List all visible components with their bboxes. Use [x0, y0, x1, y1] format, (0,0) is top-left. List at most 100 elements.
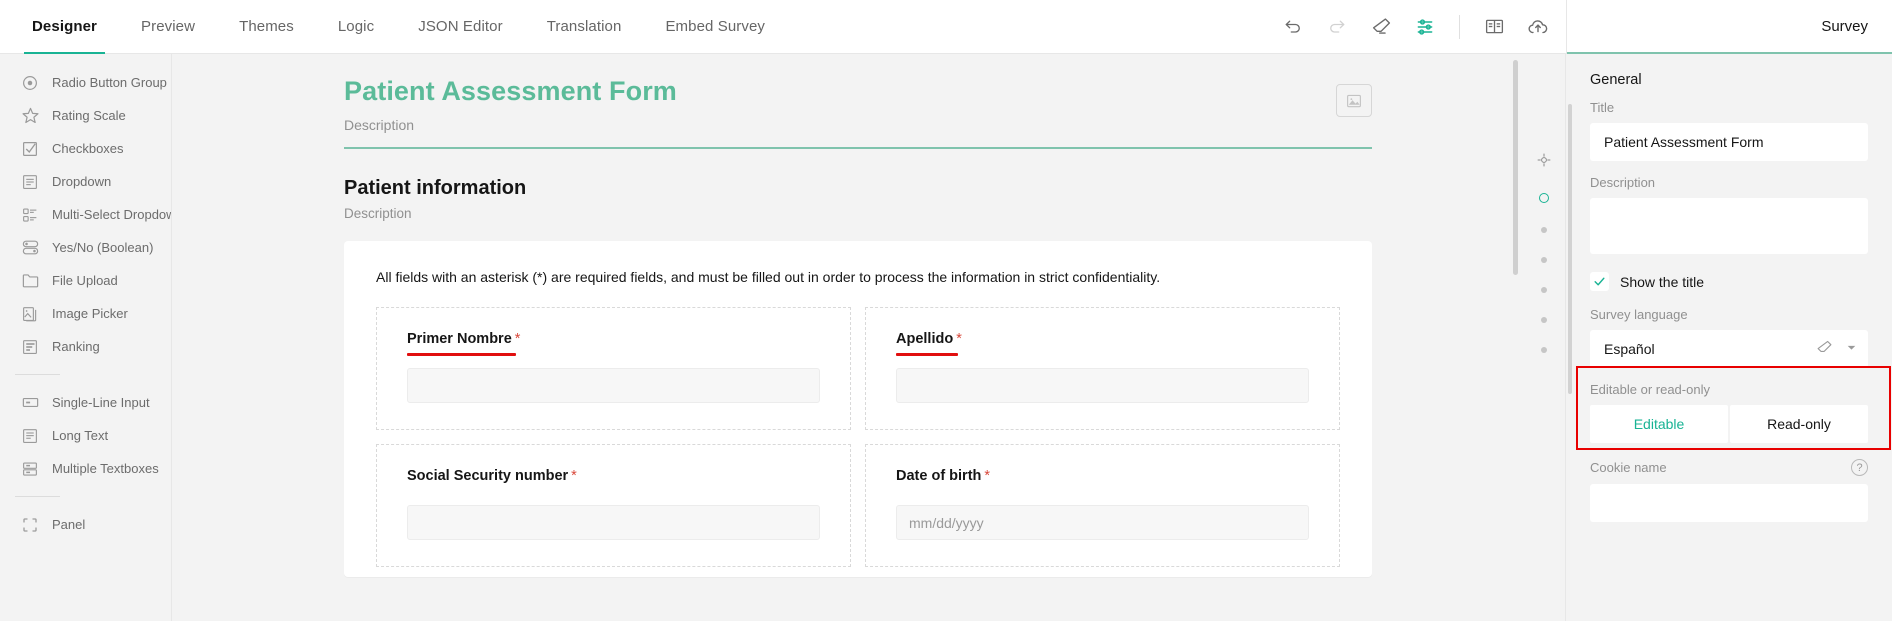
- property-field-cookie-name: Cookie name ?: [1566, 459, 1892, 522]
- question-row-1: Primer Nombre* Apellido*: [376, 307, 1340, 430]
- question-input[interactable]: [407, 505, 820, 540]
- survey-header[interactable]: Patient Assessment Form Description: [344, 54, 1372, 149]
- preview-book-icon[interactable]: [1474, 7, 1514, 47]
- show-title-label: Show the title: [1620, 274, 1704, 290]
- tab-preview-label: Preview: [141, 18, 195, 35]
- eraser-clear-icon[interactable]: [1816, 339, 1833, 359]
- property-label-editable: Editable or read-only: [1590, 382, 1868, 397]
- show-title-checkbox-row[interactable]: Show the title: [1566, 268, 1892, 291]
- toolbox-item-panel[interactable]: Panel: [0, 508, 171, 541]
- navigator-item-dot[interactable]: [1541, 347, 1547, 353]
- question-primer-nombre[interactable]: Primer Nombre*: [376, 307, 851, 430]
- survey-title[interactable]: Patient Assessment Form: [344, 76, 1372, 107]
- toolbox-item-dropdown[interactable]: Dropdown: [0, 165, 171, 198]
- toolbox-item-label: Radio Button Group: [52, 75, 167, 90]
- navigator-item-dot[interactable]: [1541, 257, 1547, 263]
- toolbox-item-single-line-input[interactable]: Single-Line Input: [0, 386, 171, 419]
- multiselect-icon: [20, 205, 40, 225]
- property-grid-panel: General Title Patient Assessment Form De…: [1566, 54, 1892, 621]
- undo-icon[interactable]: [1273, 7, 1313, 47]
- required-asterisk: *: [571, 468, 577, 484]
- highlight-underline: [407, 353, 516, 356]
- navigator-item-active[interactable]: [1539, 193, 1549, 203]
- tab-designer[interactable]: Designer: [10, 0, 119, 53]
- eraser-clear-icon[interactable]: [1361, 7, 1401, 47]
- survey-description[interactable]: Description: [344, 117, 1372, 133]
- question-label[interactable]: Apellido*: [896, 331, 962, 347]
- navigator-item-dot[interactable]: [1541, 317, 1547, 323]
- toolbox-item-multi-select-dropdown[interactable]: Multi-Select Dropdown: [0, 198, 171, 231]
- star-icon: [20, 106, 40, 126]
- question-label-text: Social Security number: [407, 468, 568, 484]
- toolbox-item-radio-button-group[interactable]: Radio Button Group: [0, 66, 171, 99]
- tab-translation[interactable]: Translation: [525, 0, 644, 53]
- folder-icon: [20, 271, 40, 291]
- toolbox-item-label: Multi-Select Dropdown: [52, 207, 172, 222]
- tab-logic-label: Logic: [338, 18, 374, 35]
- top-bar: Designer Preview Themes Logic JSON Edito…: [0, 0, 1892, 54]
- cloud-upload-icon[interactable]: [1518, 7, 1558, 47]
- image-stack-icon: [20, 304, 40, 324]
- toolbox-item-label: Checkboxes: [52, 141, 124, 156]
- tab-embed-survey[interactable]: Embed Survey: [643, 0, 787, 53]
- toolbox-item-rating-scale[interactable]: Rating Scale: [0, 99, 171, 132]
- canvas-scrollbar[interactable]: [1513, 60, 1518, 275]
- survey-creator-app: Designer Preview Themes Logic JSON Edito…: [0, 0, 1892, 621]
- design-canvas: Patient Assessment Form Description Pati…: [172, 54, 1522, 621]
- tab-survey[interactable]: Survey: [1821, 0, 1868, 53]
- page-title[interactable]: Patient information: [344, 177, 1372, 200]
- property-field-editable-readonly: Editable or read-only: [1566, 382, 1892, 397]
- tab-themes[interactable]: Themes: [217, 0, 316, 53]
- question-row-2: Social Security number* Date of birth* m…: [376, 444, 1340, 567]
- question-help-icon[interactable]: ?: [1851, 459, 1868, 476]
- editable-option-button[interactable]: Editable: [1590, 405, 1728, 443]
- tab-preview[interactable]: Preview: [119, 0, 217, 53]
- redo-icon: [1317, 7, 1357, 47]
- question-apellido[interactable]: Apellido*: [865, 307, 1340, 430]
- tab-json-editor-label: JSON Editor: [418, 18, 502, 35]
- title-input[interactable]: Patient Assessment Form: [1590, 123, 1868, 161]
- checkbox-icon: [20, 139, 40, 159]
- image-placeholder-icon[interactable]: [1336, 84, 1372, 117]
- tab-logic[interactable]: Logic: [316, 0, 396, 53]
- toolbox-item-ranking[interactable]: Ranking: [0, 330, 171, 363]
- tab-json-editor[interactable]: JSON Editor: [396, 0, 524, 53]
- question-label[interactable]: Primer Nombre*: [407, 331, 520, 347]
- tab-translation-label: Translation: [547, 18, 622, 35]
- question-date-of-birth[interactable]: Date of birth* mm/dd/yyyy: [865, 444, 1340, 567]
- question-input[interactable]: mm/dd/yyyy: [896, 505, 1309, 540]
- readonly-option-button[interactable]: Read-only: [1730, 405, 1868, 443]
- toolbox-item-yes-no-boolean[interactable]: Yes/No (Boolean): [0, 231, 171, 264]
- survey-language-select[interactable]: Español: [1590, 330, 1868, 368]
- navigator-item-dot[interactable]: [1541, 227, 1547, 233]
- description-textarea[interactable]: [1590, 198, 1868, 254]
- question-label[interactable]: Date of birth*: [896, 468, 990, 484]
- chevron-down-icon[interactable]: [1845, 341, 1858, 357]
- property-field-description: Description: [1566, 175, 1892, 254]
- question-input[interactable]: [896, 368, 1309, 403]
- navigator-item-dot[interactable]: [1541, 287, 1547, 293]
- required-asterisk: *: [984, 468, 990, 484]
- toolbox-item-label: Single-Line Input: [52, 395, 150, 410]
- toolbox-item-checkboxes[interactable]: Checkboxes: [0, 132, 171, 165]
- toolbox-item-label: Yes/No (Boolean): [52, 240, 153, 255]
- required-asterisk: *: [515, 331, 521, 347]
- settings-sliders-icon[interactable]: [1405, 7, 1445, 47]
- app-body: Radio Button Group Rating Scale Checkbox…: [0, 54, 1892, 621]
- crosshair-icon[interactable]: [1536, 152, 1552, 173]
- toolbox-item-long-text[interactable]: Long Text: [0, 419, 171, 452]
- toolbox-item-image-picker[interactable]: Image Picker: [0, 297, 171, 330]
- main-tabs: Designer Preview Themes Logic JSON Edito…: [0, 0, 787, 53]
- question-social-security-number[interactable]: Social Security number*: [376, 444, 851, 567]
- checkmark-icon[interactable]: [1590, 272, 1609, 291]
- toolbox-item-file-upload[interactable]: File Upload: [0, 264, 171, 297]
- toolbox-item-multiple-textboxes[interactable]: Multiple Textboxes: [0, 452, 171, 485]
- topbar-spacer: [787, 0, 1273, 53]
- page-description[interactable]: Description: [344, 206, 1372, 221]
- toolbox-sidebar: Radio Button Group Rating Scale Checkbox…: [0, 54, 172, 621]
- long-text-icon: [20, 426, 40, 446]
- question-input[interactable]: [407, 368, 820, 403]
- property-section-general: General: [1566, 54, 1892, 100]
- cookie-name-input[interactable]: [1590, 484, 1868, 522]
- question-label[interactable]: Social Security number*: [407, 468, 577, 484]
